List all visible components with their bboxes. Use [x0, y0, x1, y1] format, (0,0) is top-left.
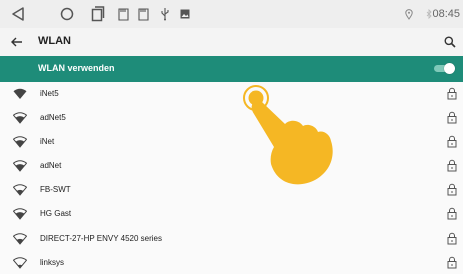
network-row[interactable]: adNet5: [0, 106, 463, 130]
wifi-toggle-row[interactable]: WLAN verwenden: [0, 56, 463, 82]
network-row[interactable]: iNet: [0, 130, 463, 154]
lock-icon: [447, 111, 457, 124]
lock-icon: [447, 160, 457, 172]
wifi-signal-strong-icon: [13, 112, 27, 124]
wifi-signal-medium-icon: [13, 184, 27, 197]
status-bar: 08:45: [0, 0, 463, 28]
lock-icon: [447, 208, 457, 220]
wifi-signal-full-icon: [13, 88, 27, 99]
wifi-switch[interactable]: [434, 63, 455, 74]
arrow-left-icon[interactable]: [9, 34, 25, 50]
back-triangle-icon[interactable]: [10, 4, 26, 24]
sd-card-icon: [116, 4, 130, 24]
network-name: iNet: [40, 137, 55, 147]
lock-icon: [447, 87, 457, 100]
network-row[interactable]: FB-SWT: [0, 178, 463, 202]
location-icon: [404, 4, 414, 24]
recent-apps-icon[interactable]: [89, 4, 107, 24]
lock-icon: [447, 184, 457, 196]
page-title: WLAN: [38, 35, 71, 47]
network-name: linksys: [40, 257, 65, 267]
lock-icon: [447, 232, 457, 245]
wifi-signal-medium-icon: [13, 232, 27, 245]
network-name: iNet5: [40, 89, 59, 98]
lock-icon: [447, 256, 457, 269]
network-name: adNet5: [40, 113, 66, 123]
image-icon: [179, 4, 191, 24]
wifi-signal-strong-icon: [13, 160, 27, 173]
network-row[interactable]: iNet5: [0, 82, 463, 106]
network-name: adNet: [40, 161, 62, 171]
network-name: DIRECT-27-HP ENVY 4520 series: [40, 233, 162, 243]
network-row[interactable]: HG Gast: [0, 202, 463, 226]
wifi-signal-strong-icon: [13, 208, 27, 221]
search-icon[interactable]: [443, 35, 457, 49]
clock: 08:45: [432, 8, 460, 20]
network-name: FB-SWT: [40, 185, 71, 195]
usb-icon: [159, 4, 171, 24]
wifi-toggle-label: WLAN verwenden: [38, 63, 115, 73]
network-name: HG Gast: [40, 209, 72, 219]
switch-thumb: [444, 63, 455, 74]
lock-icon: [447, 136, 457, 148]
app-bar: WLAN: [0, 28, 463, 56]
home-circle-icon[interactable]: [58, 4, 76, 24]
network-list: iNet5 adNet5 iNet adNet FB-SWT HG Gast D…: [0, 82, 463, 274]
wifi-signal-weak-icon: [13, 256, 27, 269]
sd-card-icon: [136, 4, 150, 24]
wifi-signal-strong-icon: [13, 136, 27, 148]
network-row[interactable]: adNet: [0, 154, 463, 178]
network-row[interactable]: linksys: [0, 251, 463, 274]
network-row[interactable]: DIRECT-27-HP ENVY 4520 series: [0, 227, 463, 251]
